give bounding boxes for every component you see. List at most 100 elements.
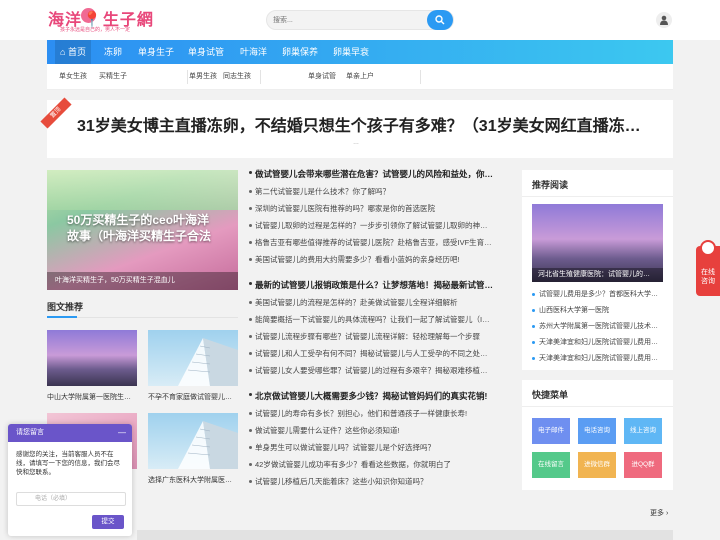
nav-item-ye-haiyang[interactable]: 叶海洋	[235, 40, 272, 64]
subnav-item[interactable]: 同志生孩	[223, 64, 251, 90]
divider	[522, 406, 673, 407]
site-logo[interactable]: 海洋📍生子網 孩子永远是自己的，男人不一定	[48, 6, 158, 36]
chat-title: 请您留言	[16, 429, 44, 436]
pick-card-caption: 中山大学附属第一医院生…	[47, 394, 131, 401]
list-item[interactable]: 42岁做试管婴儿成功率有多少？看看这些数据，你就明白了	[249, 456, 509, 473]
site-header: 海洋📍生子網 孩子永远是自己的，男人不一定	[0, 0, 720, 40]
subnav-item[interactable]: 单男生孩	[189, 64, 217, 90]
recommend-item[interactable]: 天津美津宜和妇儿医院试管婴儿费用…	[532, 351, 663, 367]
article-list-heading[interactable]: 最新的试管婴儿报销政策是什么？让梦想落地！揭秘最新试管…	[249, 276, 509, 294]
quick-menu-box: 快捷菜单 电子邮件 电话咨询 线上咨询 在线留言 进微信群 进QQ群	[522, 380, 673, 490]
nav-item-ovary-care[interactable]: 卵巢保养	[277, 40, 323, 64]
list-item[interactable]: 深圳的试管婴儿医院有推荐的吗？哪家是你的首选医院	[249, 200, 509, 217]
recommend-item[interactable]: 试管婴儿费用是多少？首都医科大学…	[532, 287, 663, 303]
pick-card-image	[148, 413, 238, 469]
pick-card[interactable]: 选择广东医科大学附属医…	[148, 413, 238, 485]
main-nav: ⌂ 首页 冻卵 单身生子 单身试管 叶海洋 卵巢保养 卵巢早衰	[47, 40, 673, 64]
article-list-heading[interactable]: 北京做试管婴儿大概需要多少钱？揭秘试管妈妈们的真实花销!	[249, 387, 509, 405]
featured-title[interactable]: 31岁美女博主直播冻卵，不结婚只想生个孩子有多难？（31岁美女网红直播冻…	[77, 112, 641, 136]
section-strip	[137, 530, 673, 540]
recommend-box: 推荐阅读 河北省生殖健康医院：试管婴儿的… 试管婴儿费用是多少？首都医科大学… …	[522, 170, 673, 370]
list-item[interactable]: 试管婴儿流程步骤有哪些？试管婴儿流程详解：轻松理解每一个步骤	[249, 328, 509, 345]
subnav-item[interactable]: 单女生孩	[59, 64, 87, 90]
menu-button-email[interactable]: 电子邮件	[532, 418, 570, 444]
picks-header: 图文推荐	[47, 298, 238, 318]
quick-menu-title: 快捷菜单	[532, 390, 569, 400]
menu-button-message[interactable]: 在线留言	[532, 452, 570, 478]
recommend-item[interactable]: 山西医科大学第一医院	[532, 303, 663, 319]
list-item[interactable]: 试管婴儿和人工受孕有何不同？揭秘试管婴儿与人工受孕的不同之处…	[249, 345, 509, 362]
submit-button[interactable]: 提交	[92, 515, 124, 529]
minimize-icon[interactable]: —	[118, 424, 126, 442]
nav-item-home[interactable]: ⌂ 首页	[55, 40, 91, 64]
list-item[interactable]: 美国试管婴儿的流程是怎样的？赴美做试管婴儿全程详细解析	[249, 294, 509, 311]
slide-image	[47, 170, 238, 210]
nav-item-egg-freezing[interactable]: 冻卵	[99, 40, 127, 64]
float-consult-button[interactable]: 在线咨询	[696, 240, 720, 296]
banner-dots: …	[353, 140, 359, 146]
nav-item-single-ivf[interactable]: 单身试管	[183, 40, 229, 64]
picks-underline	[47, 316, 77, 318]
chat-header[interactable]: 请您留言 —	[8, 424, 132, 442]
subnav-divider	[420, 70, 421, 84]
logo-slogan: 孩子永远是自己的，男人不一定	[60, 27, 131, 33]
list-item[interactable]: 试管婴儿取卵的过程是怎样的？一步步引领你了解试管婴儿取卵的神…	[249, 217, 509, 234]
slide-overlay-text: 50万买精生子的ceo叶海洋故事（叶海洋买精生子合法	[67, 213, 212, 243]
list-item[interactable]: 格鲁吉亚有哪些值得推荐的试管婴儿医院？赴格鲁吉亚，感受IVF生育…	[249, 234, 509, 251]
menu-button-phone[interactable]: 电话咨询	[578, 418, 616, 444]
pick-card-caption: 不孕不育家庭做试管婴儿…	[148, 394, 232, 401]
article-list-heading[interactable]: 做试管婴儿会带来哪些潜在危害？试管婴儿的风险和益处，你…	[249, 165, 509, 183]
pick-card[interactable]: 不孕不育家庭做试管婴儿…	[148, 330, 238, 402]
search-input[interactable]	[273, 13, 423, 27]
float-consult-label: 在线咨询	[701, 269, 715, 285]
recommend-image-caption: 河北省生殖健康医院：试管婴儿的…	[532, 268, 663, 282]
list-item[interactable]: 美国试管婴儿的费用大约需要多少？看看小蓝妈的亲身经历吧!	[249, 251, 509, 268]
menu-button-qq[interactable]: 进QQ群	[624, 452, 662, 478]
list-item[interactable]: 第二代试管婴儿是什么技术？你了解吗？	[249, 183, 509, 200]
hero-slide[interactable]: 50万买精生子的ceo叶海洋故事（叶海洋买精生子合法 叶海洋买精生子，50万买精…	[47, 170, 238, 290]
divider	[522, 196, 673, 197]
list-item[interactable]: 能简要概括一下试管婴儿的具体流程吗？让我们一起了解试管婴儿（I…	[249, 311, 509, 328]
menu-button-online[interactable]: 线上咨询	[624, 418, 662, 444]
article-list: 北京做试管婴儿大概需要多少钱？揭秘试管妈妈们的真实花销! 试管婴儿的寿命有多长？…	[249, 387, 509, 490]
recommend-item[interactable]: 天津美津宜和妇儿医院试管婴儿费用…	[532, 335, 663, 351]
subnav-divider	[187, 70, 188, 84]
subnav-item[interactable]: 单亲上户	[346, 64, 374, 90]
article-list: 最新的试管婴儿报销政策是什么？让梦想落地！揭秘最新试管… 美国试管婴儿的流程是怎…	[249, 276, 509, 379]
list-item[interactable]: 做试管婴儿需要什么证件？这些你必须知道!	[249, 422, 509, 439]
recommend-title: 推荐阅读	[532, 180, 569, 190]
featured-banner[interactable]: 置顶 31岁美女博主直播冻卵，不结婚只想生个孩子有多难？（31岁美女网红直播冻……	[40, 97, 673, 158]
pick-card-image	[47, 330, 137, 386]
pick-card-caption: 选择广东医科大学附属医…	[148, 477, 232, 484]
user-button[interactable]	[656, 12, 672, 28]
user-icon	[660, 15, 668, 25]
article-list: 做试管婴儿会带来哪些潜在危害？试管婴儿的风险和益处，你… 第二代试管婴儿是什么技…	[249, 165, 509, 268]
sub-nav: 单女生孩 买精生子 单男生孩 同志生孩 单身试管 单亲上户	[47, 64, 673, 90]
subnav-divider	[260, 70, 261, 84]
list-item[interactable]: 试管婴儿女人要受哪些罪？试管婴儿的过程有多艰辛？揭秘艰难移植…	[249, 362, 509, 379]
consultant-avatar-icon	[700, 240, 716, 256]
recommend-image[interactable]: 河北省生殖健康医院：试管婴儿的…	[532, 204, 663, 282]
menu-button-wechat[interactable]: 进微信群	[578, 452, 616, 478]
subnav-item[interactable]: 单身试管	[308, 64, 336, 90]
list-item[interactable]: 试管婴儿的寿命有多长？别担心，他们和普通孩子一样健康长寿!	[249, 405, 509, 422]
subnav-item[interactable]: 买精生子	[99, 64, 127, 90]
more-link[interactable]: 更多 ›	[650, 508, 668, 518]
search-box	[266, 10, 454, 30]
nav-item-ovary-failure[interactable]: 卵巢早衰	[328, 40, 374, 64]
chat-message: 感谢您的关注，当前客服人员不在线，请填写一下您的信息，我们会尽快和您联系。	[16, 451, 120, 476]
pick-card[interactable]: 中山大学附属第一医院生…	[47, 330, 137, 402]
search-icon	[435, 15, 445, 25]
pinned-badge: 置顶	[40, 97, 72, 129]
chat-widget: 请您留言 — 感谢您的关注，当前客服人员不在线，请填写一下您的信息，我们会尽快和…	[8, 424, 132, 536]
slide-caption[interactable]: 叶海洋买精生子，50万买精生子混血儿	[47, 272, 238, 290]
phone-placeholder: 电话（必填）	[35, 496, 72, 502]
search-button[interactable]	[427, 10, 453, 30]
home-icon: ⌂	[60, 47, 68, 57]
list-item[interactable]: 试管婴儿移植后几天能着床？这些小知识你知道吗？	[249, 473, 509, 490]
pick-card-image	[148, 330, 238, 386]
phone-field[interactable]: 电话（必填）	[16, 492, 126, 506]
recommend-item[interactable]: 苏州大学附属第一医院试管婴儿技术…	[532, 319, 663, 335]
list-item[interactable]: 单身男生可以做试管婴儿吗？试管婴儿是个好选择吗？	[249, 439, 509, 456]
nav-item-single-birth[interactable]: 单身生子	[133, 40, 179, 64]
